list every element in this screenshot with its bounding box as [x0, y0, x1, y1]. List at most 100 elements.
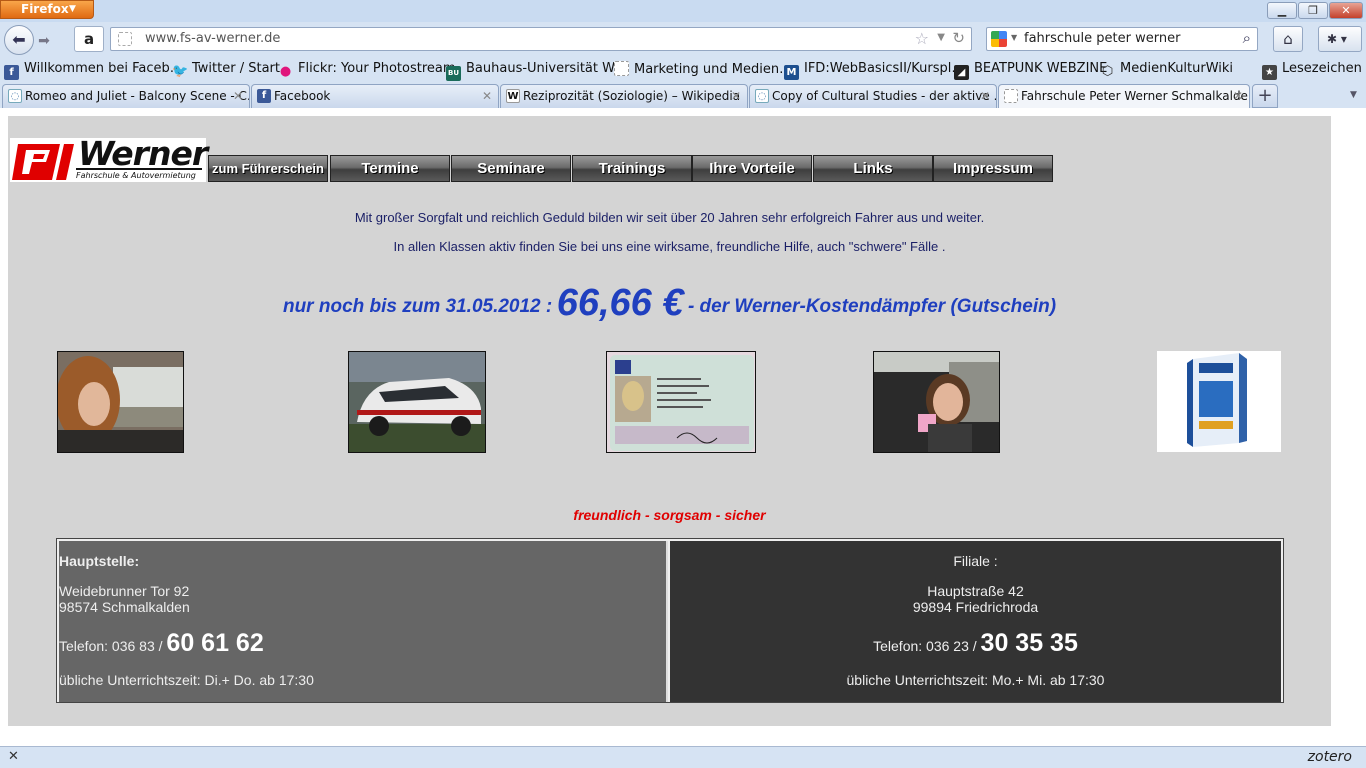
office-main-heading: Hauptstelle: [59, 553, 140, 569]
office-branch-phone-prefix: Telefon: 036 23 / [873, 638, 977, 654]
back-button[interactable]: ⬅ [4, 25, 34, 55]
bookmarks-menu-button[interactable]: ★ Lesezeichen [1262, 61, 1362, 80]
bookmark-star-icon[interactable]: ☆ [915, 29, 929, 48]
close-addon-bar-icon[interactable]: ✕ [8, 749, 19, 764]
logo-subtitle: Fahrschule & Autovermietung [76, 168, 202, 180]
address-bar[interactable]: www.fs-av-werner.de ☆ ▼ ↻ [110, 27, 972, 51]
photo-driver-woman-image [58, 352, 183, 452]
arrow-right-icon: ➡ [38, 33, 50, 49]
url-text[interactable]: www.fs-av-werner.de [145, 31, 280, 46]
tab[interactable]: f Facebook ✕ [251, 84, 499, 108]
m-icon: M [784, 65, 799, 80]
bookmark-item[interactable]: 🐦 Twitter / Start [172, 61, 280, 79]
nav-zum-fuehrerschein[interactable]: zum Führerschein [208, 155, 328, 182]
content-viewport: Werner Fahrschule & Autovermietung zum F… [0, 108, 1366, 746]
forward-button[interactable]: ➡ [34, 31, 54, 51]
photo-driving-license[interactable] [606, 351, 756, 453]
office-main: Hauptstelle: Weidebrunner Tor 92 98574 S… [59, 541, 668, 702]
reload-icon[interactable]: ↻ [952, 29, 965, 47]
nav-seminare[interactable]: Seminare [451, 155, 571, 182]
nav-impressum[interactable]: Impressum [933, 155, 1053, 182]
bauhaus-icon: BU [446, 66, 461, 81]
firefox-menu-label: Firefox [21, 2, 69, 16]
nav-links[interactable]: Links [813, 155, 933, 182]
photo-driver-woman[interactable] [57, 351, 184, 453]
tab[interactable]: ◌ Romeo and Juliet - Balcony Scene - C… … [2, 84, 250, 108]
chevron-down-icon: ▼ [69, 4, 76, 14]
facebook-icon: f [257, 89, 271, 103]
office-main-phone-prefix: Telefon: 036 83 / [59, 638, 163, 654]
amazon-button[interactable]: a [74, 26, 104, 52]
photo-license-image [607, 352, 755, 452]
bookmark-item[interactable]: Marketing und Medien… [614, 61, 792, 77]
bookmark-item[interactable]: ⬡ MedienKulturWiki [1100, 61, 1233, 79]
home-button[interactable]: ⌂ [1273, 26, 1303, 52]
office-main-street: Weidebrunner Tor 92 [59, 583, 190, 599]
close-tab-icon[interactable]: ✕ [482, 85, 492, 107]
amazon-icon: a [83, 30, 95, 48]
promo-banner: nur noch bis zum 31.05.2012 : 66,66 € - … [8, 282, 1331, 325]
nav-trainings[interactable]: Trainings [572, 155, 692, 182]
close-tab-icon[interactable]: ✕ [731, 85, 741, 107]
intro-text-2: In allen Klassen aktiv finden Sie bei un… [393, 239, 946, 254]
tab[interactable]: ◌ Copy of Cultural Studies - der aktive … [749, 84, 997, 108]
globe-icon: ◌ [755, 89, 769, 103]
addon-button[interactable]: ✱ ▾ [1318, 26, 1362, 52]
bookmark-label: Bauhaus-Universität W… [466, 61, 628, 76]
plus-icon: + [1257, 85, 1273, 106]
globe-icon: ◌ [8, 89, 22, 103]
office-branch-city: 99894 Friedrichroda [912, 599, 1039, 615]
photo-software-box-image [1157, 351, 1281, 452]
nav-ihre-vorteile[interactable]: Ihre Vorteile [692, 155, 812, 182]
photo-driving-school-car[interactable] [348, 351, 486, 453]
bookmark-item[interactable]: M IFD:WebBasicsII/Kurspl… [784, 61, 964, 80]
arrow-left-icon: ⬅ [12, 30, 26, 49]
nav-termine[interactable]: Termine [330, 155, 450, 182]
browser-chrome: Firefox ▼ ▁ ❐ ✕ ⬅ ➡ a www.fs-av-werner.d… [0, 0, 1366, 108]
bookmark-label: Lesezeichen [1282, 61, 1362, 76]
site-identity-icon[interactable] [118, 32, 132, 46]
tab-list-dropdown-icon[interactable]: ▼ [1350, 90, 1357, 100]
puzzle-icon: ✱ ▾ [1327, 32, 1347, 46]
page-icon [1004, 89, 1018, 103]
photo-happy-driver[interactable] [873, 351, 1000, 453]
tab[interactable]: W Reziprozität (Soziologie) – Wikipedia … [500, 84, 748, 108]
office-main-hours: übliche Unterrichtszeit: Di.+ Do. ab 17:… [59, 672, 314, 688]
engine-dropdown-icon[interactable]: ▼ [1011, 33, 1017, 42]
bookmark-item[interactable]: BU Bauhaus-Universität W… [446, 61, 628, 81]
wikipedia-icon: W [506, 89, 520, 103]
search-icon[interactable]: ⌕ [1243, 29, 1251, 47]
slogan: freundlich - sorgsam - sicher [573, 507, 766, 523]
close-tab-icon[interactable]: ✕ [233, 85, 243, 107]
new-tab-button[interactable]: + [1252, 84, 1278, 108]
bookmark-label: Willkommen bei Faceb… [24, 61, 183, 76]
google-icon[interactable] [991, 31, 1007, 47]
bookmark-label: Twitter / Start [192, 61, 280, 76]
bookmark-item[interactable]: f Willkommen bei Faceb… [4, 61, 183, 80]
tab-label: Copy of Cultural Studies - der aktive … [772, 89, 997, 103]
bookmarks-icon: ★ [1262, 65, 1277, 80]
site-logo[interactable]: Werner Fahrschule & Autovermietung [10, 134, 208, 182]
zotero-button[interactable]: zotero [1308, 749, 1352, 765]
tab-label: Reziprozität (Soziologie) – Wikipedia [523, 89, 741, 103]
close-window-button[interactable]: ✕ [1329, 2, 1363, 19]
bookmark-item[interactable]: ● Flickr: Your Photostream [278, 61, 456, 79]
close-tab-icon[interactable]: ✕ [1233, 85, 1243, 107]
addon-bar: ✕ zotero [0, 746, 1366, 768]
close-tab-icon[interactable]: ✕ [980, 85, 990, 107]
search-input[interactable]: fahrschule peter werner [1024, 31, 1180, 46]
bookmark-item[interactable]: ◢ BEATPUNK WEBZINE [954, 61, 1107, 80]
minimize-button[interactable]: ▁ [1267, 2, 1297, 19]
search-bar[interactable]: ▼ fahrschule peter werner ⌕ [986, 27, 1258, 51]
office-branch-phone-number: 30 35 35 [980, 629, 1078, 657]
intro-text-1: Mit großer Sorgfalt und reichlich Geduld… [354, 210, 985, 225]
navigation-toolbar: ⬅ ➡ a www.fs-av-werner.de ☆ ▼ ↻ ▼ fahrsc… [0, 22, 1366, 56]
bookmark-label: Flickr: Your Photostream [298, 61, 456, 76]
tab-active[interactable]: Fahrschule Peter Werner Schmalkalden ✕ [998, 84, 1250, 108]
photo-software-box[interactable] [1157, 351, 1281, 452]
restore-button[interactable]: ❐ [1298, 2, 1328, 19]
tab-label: Romeo and Juliet - Balcony Scene - C… [25, 89, 250, 103]
history-dropdown-icon[interactable]: ▼ [937, 32, 945, 43]
website-page: Werner Fahrschule & Autovermietung zum F… [8, 116, 1331, 726]
firefox-menu-button[interactable]: Firefox ▼ [0, 0, 94, 19]
